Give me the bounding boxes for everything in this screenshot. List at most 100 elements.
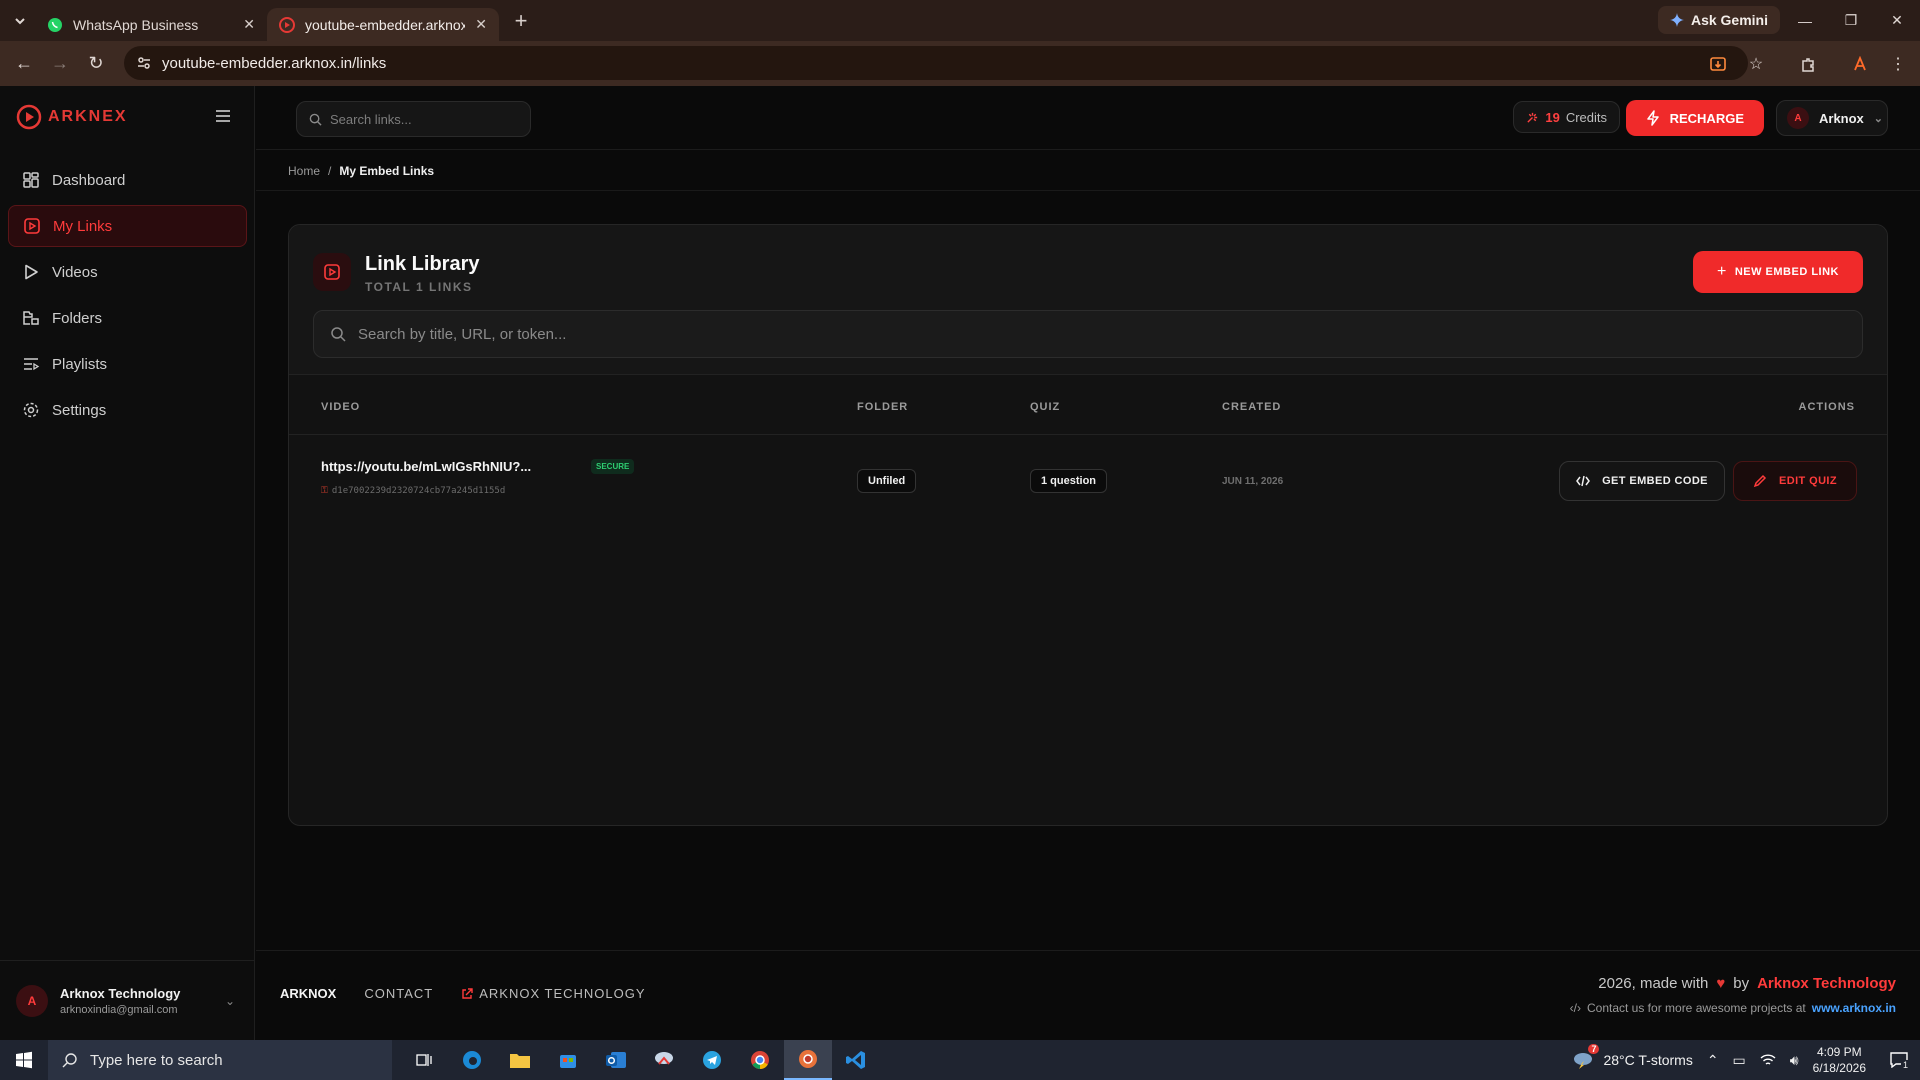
search-input[interactable]: Search links... — [296, 101, 531, 137]
recharge-label: RECHARGE — [1669, 110, 1744, 126]
total-links-count: TOTAL 1 LINKS — [365, 280, 473, 294]
minimize-icon[interactable]: — — [1782, 0, 1828, 41]
link-library-panel: Link Library TOTAL 1 LINKS + NEW EMBED L… — [288, 224, 1888, 826]
taskbar-search-input[interactable]: Type here to search — [48, 1040, 392, 1080]
search-icon — [62, 1053, 77, 1068]
ask-gemini-button[interactable]: Ask Gemini — [1657, 6, 1780, 34]
created-date: JUN 11, 2026 — [1222, 476, 1284, 487]
tab-search-menu-button[interactable] — [5, 6, 35, 36]
close-window-icon[interactable]: ✕ — [1874, 0, 1920, 41]
store-icon[interactable] — [544, 1040, 592, 1080]
playlist-icon — [24, 358, 40, 371]
task-view-icon[interactable] — [400, 1040, 448, 1080]
spark-icon — [1527, 112, 1538, 123]
logo[interactable]: ARKNEX — [16, 104, 128, 130]
video-url-link[interactable]: https://youtu.be/mLwIGsRhNIU?... — [321, 459, 531, 474]
sidebar-item-my-links[interactable]: My Links — [8, 205, 247, 247]
volume-icon[interactable]: 🔊︎ — [1790, 1052, 1799, 1069]
footer-tech-link[interactable]: ARKNOX TECHNOLOGY — [461, 986, 645, 1001]
library-search-input[interactable]: Search by title, URL, or token... — [313, 310, 1863, 358]
edit-quiz-button[interactable]: EDIT QUIZ — [1733, 461, 1857, 501]
meet-now-icon[interactable]: ▭ — [1733, 1052, 1746, 1069]
company-link[interactable]: Arknox Technology — [1757, 975, 1896, 992]
play-icon — [25, 264, 38, 280]
edge-browser-icon[interactable] — [448, 1040, 496, 1080]
made-with-text: 2026, made with ♥ by Arknox Technology — [1598, 975, 1896, 992]
footer-brand-link[interactable]: ARKNOX — [280, 986, 336, 1001]
recharge-button[interactable]: RECHARGE — [1625, 100, 1764, 136]
vscode-icon[interactable] — [832, 1040, 880, 1080]
weather-widget[interactable]: 7 28°C T-storms — [1571, 1044, 1693, 1070]
contact-message: Contact us for more awesome projects at — [1586, 1001, 1806, 1015]
bookmark-star-icon[interactable]: ☆ — [1740, 48, 1772, 80]
sidebar-item-dashboard[interactable]: Dashboard — [8, 159, 247, 201]
site-settings-icon[interactable] — [136, 55, 152, 71]
more-menu-icon[interactable]: ⋮ — [1882, 48, 1914, 80]
website-link[interactable]: www.arknox.in — [1812, 1001, 1896, 1015]
chrome-icon[interactable] — [736, 1040, 784, 1080]
avatar: A — [1787, 107, 1809, 129]
snipping-tool-icon[interactable] — [640, 1040, 688, 1080]
clock[interactable]: 4:09 PM 6/18/2026 — [1813, 1044, 1866, 1076]
breadcrumb-home[interactable]: Home — [288, 164, 320, 178]
chevron-down-icon[interactable]: ⌄ — [225, 994, 235, 1008]
edit-quiz-label: EDIT QUIZ — [1779, 475, 1837, 487]
sidebar-item-folders[interactable]: Folders — [8, 297, 247, 339]
reload-icon[interactable]: ↻ — [78, 46, 114, 82]
quiz-chip[interactable]: 1 question — [1030, 469, 1108, 493]
gemini-label: Ask Gemini — [1690, 12, 1768, 28]
sidebar-item-videos[interactable]: Videos — [8, 251, 247, 293]
close-icon[interactable]: ✕ — [243, 16, 255, 33]
telegram-icon[interactable] — [688, 1040, 736, 1080]
get-embed-code-button[interactable]: GET EMBED CODE — [1559, 461, 1725, 501]
sidebar-item-label: Settings — [52, 401, 107, 419]
lightning-icon — [1646, 110, 1659, 126]
sidebar-item-settings[interactable]: Settings — [8, 389, 247, 431]
new-embed-link-label: NEW EMBED LINK — [1734, 266, 1839, 278]
sidebar-item-playlists[interactable]: Playlists — [8, 343, 247, 385]
whatsapp-icon — [48, 17, 62, 32]
chrome-active-icon[interactable] — [784, 1040, 832, 1080]
extensions-icon[interactable] — [1792, 48, 1824, 80]
storm-cloud-icon: 7 — [1571, 1044, 1600, 1070]
notifications-icon[interactable]: 1 — [1890, 1052, 1910, 1070]
tab-embedder[interactable]: youtube-embedder.arknox.in/li ✕ — [267, 8, 499, 41]
profile-extension-icon[interactable] — [1844, 48, 1876, 80]
forward-arrow-icon[interactable]: → — [42, 46, 78, 82]
footer-contact-link[interactable]: CONTACT — [364, 986, 433, 1001]
menu-toggle-icon[interactable] — [214, 108, 232, 124]
folder-chip[interactable]: Unfiled — [857, 469, 917, 493]
notification-count: 1 — [1900, 1060, 1910, 1070]
user-menu-button[interactable]: A Arknox ⌄ — [1776, 100, 1888, 136]
windows-taskbar: Type here to search 7 28°C T-storms ⌃ ▭ … — [0, 1040, 1920, 1080]
tab-whatsapp[interactable]: WhatsApp Business ✕ — [35, 8, 267, 41]
video-library-icon — [313, 253, 351, 291]
new-tab-button[interactable]: + — [507, 8, 535, 34]
chevron-up-icon[interactable]: ⌃ — [1707, 1052, 1719, 1069]
token-text: ⚿ d1e7002239d2320724cb77a245d1155d — [321, 486, 505, 496]
sidebar-user-card[interactable]: A Arknox Technology arknoxindia@gmail.co… — [0, 960, 255, 1040]
app-root: ARKNEX Dashboard My Links Videos Folders — [0, 86, 1920, 1040]
new-embed-link-button[interactable]: + NEW EMBED LINK — [1692, 251, 1863, 293]
table-row[interactable]: https://youtu.be/mLwIGsRhNIU?... SECURE … — [289, 436, 1887, 528]
outlook-icon[interactable] — [592, 1040, 640, 1080]
windows-start-icon[interactable] — [0, 1040, 48, 1080]
code-icon — [1576, 475, 1591, 487]
network-icon[interactable] — [1760, 1053, 1776, 1067]
credits-badge[interactable]: 19 Credits — [1513, 101, 1620, 133]
weather-text: 28°C T-storms — [1603, 1052, 1693, 1068]
restore-icon[interactable]: ❐ — [1828, 0, 1874, 41]
pencil-icon — [1753, 474, 1767, 488]
sidebar-item-label: Playlists — [52, 355, 108, 373]
address-bar[interactable]: youtube-embedder.arknox.in/links — [124, 46, 1748, 80]
install-app-icon[interactable] — [1702, 48, 1734, 80]
token-value: d1e7002239d2320724cb77a245d1155d — [331, 486, 506, 496]
contact-text: ‹/› Contact us for more awesome projects… — [1570, 1001, 1896, 1015]
user-name: Arknox — [1819, 110, 1864, 126]
file-explorer-icon[interactable] — [496, 1040, 544, 1080]
close-icon[interactable]: ✕ — [475, 16, 487, 33]
back-arrow-icon[interactable]: ← — [6, 46, 42, 82]
search-icon — [309, 113, 322, 126]
tab-title: youtube-embedder.arknox.in/li — [305, 16, 466, 33]
col-video: VIDEO — [321, 401, 361, 413]
